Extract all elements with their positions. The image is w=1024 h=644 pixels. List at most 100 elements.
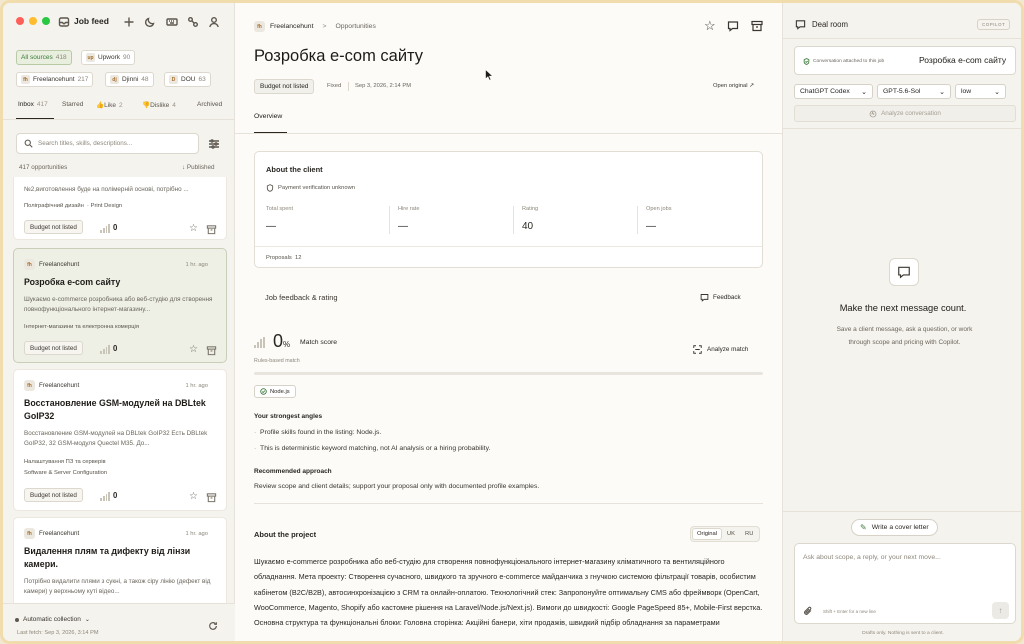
- feedback-button[interactable]: Feedback: [700, 293, 741, 302]
- lang-original[interactable]: Original: [692, 528, 722, 540]
- lang-ru[interactable]: RU: [740, 529, 758, 539]
- keyboard-icon[interactable]: [166, 16, 178, 28]
- attached-label: Conversation attached to this job: [803, 58, 884, 65]
- job-card-selected[interactable]: fh Freelancehunt 1 hr. ago Розробка e-com…: [13, 248, 227, 363]
- model-label: ChatGPT Codex: [800, 88, 850, 95]
- divider: [783, 128, 1021, 129]
- moon-icon[interactable]: [144, 16, 156, 28]
- search-input[interactable]: Search titles, skills, descriptions...: [38, 140, 132, 147]
- source-name: Freelancehunt: [39, 261, 80, 268]
- angle-text: Profile skills found in the listing: Nod…: [260, 429, 382, 436]
- tab-starred[interactable]: Starred: [62, 101, 83, 108]
- tab-like[interactable]: 👍Like 2: [96, 101, 123, 109]
- source-filter-freelancehunt[interactable]: fh Freelancehunt 217: [16, 72, 94, 87]
- tab-inbox[interactable]: Inbox 417: [18, 101, 48, 108]
- sort-published[interactable]: ↓ Published: [182, 164, 215, 171]
- breadcrumb-source[interactable]: Freelancehunt: [270, 23, 313, 30]
- collection-mode-select[interactable]: Automatic collection ⌄: [15, 616, 90, 623]
- stat-label: Open jobs: [646, 206, 672, 212]
- write-cover-letter-button[interactable]: ✎ Write a cover letter: [851, 519, 938, 536]
- lang-uk[interactable]: UK: [722, 529, 740, 539]
- open-original-label: Open original: [713, 83, 748, 89]
- approach-heading: Recommended approach: [254, 468, 332, 475]
- job-card[interactable]: №2,виготовлення буде на полімерній основ…: [13, 177, 227, 240]
- stat-value: —: [646, 221, 656, 232]
- send-arrow-icon[interactable]: ↑: [992, 602, 1009, 619]
- category-en: Print Design: [90, 203, 123, 209]
- star-icon[interactable]: ☆: [704, 18, 716, 34]
- match-progress-bar: [254, 372, 763, 375]
- zoom-window-button[interactable]: [42, 17, 50, 25]
- composer-hint: Shift + Enter for a new line: [823, 609, 876, 614]
- open-original-link[interactable]: Open original ↗: [713, 83, 754, 89]
- attached-title: Розробка e-com сайту: [919, 55, 1007, 65]
- source-label: Djinni: [122, 76, 139, 83]
- composer-footer: Drafts only. Nothing is sent to a client…: [862, 631, 944, 636]
- tab-label: Archived: [197, 101, 223, 108]
- card-time: 1 hr. ago: [185, 531, 208, 537]
- tabs-divider: [3, 119, 235, 120]
- model-version-select[interactable]: GPT-5.6-Sol ⌄: [877, 84, 951, 99]
- external-link-icon: ↗: [749, 83, 754, 89]
- deal-room-title: Deal room: [812, 20, 848, 29]
- plus-icon[interactable]: [123, 16, 135, 28]
- star-icon[interactable]: ☆: [189, 223, 200, 234]
- angle-item: · This is deterministic keyword matching…: [254, 445, 491, 452]
- attached-label-text: Conversation attached to this job: [813, 59, 885, 64]
- card-time: 1 hr. ago: [185, 383, 208, 389]
- stat-value: —: [266, 221, 276, 232]
- tab-label: Like: [104, 102, 117, 109]
- integrations-icon[interactable]: [187, 16, 199, 28]
- refresh-icon[interactable]: [208, 621, 218, 631]
- opportunities-count: 417 opportunities: [19, 164, 68, 171]
- tabs-divider: [235, 133, 782, 134]
- effort-select[interactable]: low ⌄: [955, 84, 1006, 99]
- stat-label: Rating: [522, 206, 539, 212]
- job-card[interactable]: fh Freelancehunt 1 hr. ago Восстановление…: [13, 369, 227, 511]
- source-filter-all[interactable]: All sources 418: [16, 50, 72, 65]
- job-card[interactable]: fh Freelancehunt 1 hr. ago Видалення плям…: [13, 517, 227, 603]
- feedback-heading: Job feedback & rating: [265, 293, 338, 302]
- comment-icon[interactable]: [727, 20, 739, 32]
- source-name: Freelancehunt: [39, 530, 80, 537]
- minimize-window-button[interactable]: [29, 17, 37, 25]
- star-icon[interactable]: ☆: [189, 491, 200, 502]
- source-filter-djinni[interactable]: dj Djinni 48: [105, 72, 154, 87]
- thumbs-up-icon: 👍: [96, 102, 105, 109]
- archive-icon[interactable]: [206, 345, 217, 356]
- stat-hire-rate: Hire rate —: [398, 206, 419, 232]
- archive-icon[interactable]: [206, 492, 217, 503]
- model-select[interactable]: ChatGPT Codex ⌄: [794, 84, 873, 99]
- close-window-button[interactable]: [16, 17, 24, 25]
- sort-label: Published: [186, 164, 215, 171]
- message-input[interactable]: Ask about scope, a reply, or your next m…: [803, 554, 941, 561]
- source-filter-dou[interactable]: D DOU 63: [164, 72, 211, 87]
- star-icon[interactable]: ☆: [189, 344, 200, 355]
- filter-sliders-icon[interactable]: [208, 138, 220, 150]
- job-detail: fh Freelancehunt > Opportunities ☆ Розро…: [235, 3, 782, 641]
- breadcrumb-page[interactable]: Opportunities: [335, 23, 375, 30]
- paperclip-icon[interactable]: [803, 606, 813, 616]
- divider: [254, 503, 763, 504]
- profile-icon[interactable]: [208, 16, 220, 28]
- tab-dislike[interactable]: 👎Dislike 4: [142, 101, 176, 109]
- card-source: fh Freelancehunt: [24, 528, 79, 539]
- analyze-match-button[interactable]: Analyze match: [693, 345, 748, 354]
- tab-archived[interactable]: Archived: [197, 101, 222, 108]
- divider: [513, 206, 514, 234]
- sidebar-footer: Automatic collection ⌄ Last fetch: Sep 3,…: [3, 603, 235, 641]
- stat-total-spent: Total spent —: [266, 206, 293, 232]
- client-heading: About the client: [266, 165, 323, 174]
- approach-text: Review scope and client details; support…: [254, 483, 540, 490]
- search-box[interactable]: Search titles, skills, descriptions...: [16, 133, 199, 154]
- card-category: Інтернет-магазини та електронна комерція: [24, 324, 139, 330]
- archive-icon[interactable]: [206, 224, 217, 235]
- source-filter-upwork[interactable]: up Upwork 90: [81, 50, 136, 65]
- card-description: Потрібно видалити плями з сукні, а також…: [24, 578, 211, 595]
- analyze-conversation-button[interactable]: Analyze conversation: [794, 105, 1016, 122]
- tab-count: 417: [36, 101, 48, 108]
- payment-label: Payment verification unknown: [278, 185, 356, 191]
- stat-rating: Rating 40: [522, 206, 538, 232]
- archive-icon[interactable]: [751, 20, 763, 32]
- tab-overview[interactable]: Overview: [254, 113, 282, 120]
